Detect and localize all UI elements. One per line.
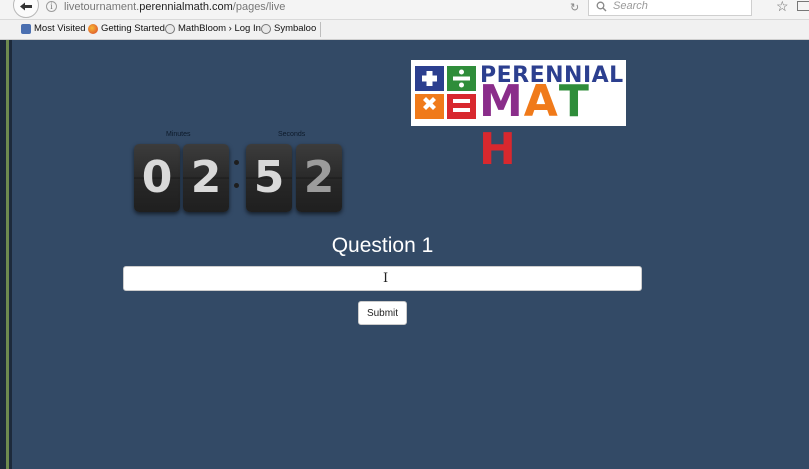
bookmark-star-icon[interactable]: ☆ bbox=[776, 0, 789, 15]
digit-text: 2 bbox=[190, 152, 222, 203]
url-path: /pages/live bbox=[232, 1, 286, 13]
bookmark-mathbloom[interactable]: MathBloom › Log In bbox=[165, 23, 261, 34]
math-operators-icon bbox=[415, 66, 476, 119]
globe-icon bbox=[165, 23, 175, 34]
timer-digit-minutes-ones: 2 bbox=[183, 144, 229, 212]
browser-search-box[interactable]: Search bbox=[588, 0, 752, 16]
submit-button[interactable]: Submit bbox=[358, 301, 407, 325]
back-arrow-icon bbox=[20, 2, 32, 11]
search-icon bbox=[596, 1, 607, 12]
logo-letter: H bbox=[479, 124, 517, 175]
logo-letter: M bbox=[479, 76, 524, 127]
url-field[interactable]: livetournament.perennialmath.com/pages/l… bbox=[64, 1, 285, 13]
seconds-label: Seconds bbox=[278, 131, 306, 138]
logo-letter: T bbox=[558, 76, 590, 127]
logo-text-math: MATH bbox=[479, 78, 626, 174]
browser-address-bar: i livetournament.perennialmath.com/pages… bbox=[0, 0, 809, 20]
minutes-label: Minutes bbox=[166, 131, 191, 138]
timer-digit-seconds-ones: 2 bbox=[296, 144, 342, 212]
bookmark-label: MathBloom › Log In bbox=[178, 23, 261, 34]
search-placeholder: Search bbox=[613, 0, 648, 12]
globe-icon bbox=[261, 23, 271, 34]
text-cursor-icon: I bbox=[383, 271, 389, 286]
question-title: Question 1 bbox=[331, 234, 434, 257]
url-host: perennialmath.com bbox=[139, 1, 233, 13]
bookmark-most-visited[interactable]: Most Visited bbox=[21, 23, 86, 34]
bookmark-label: Symbaloo bbox=[274, 23, 317, 34]
bookmarks-toolbar: Most Visited Getting Started MathBloom ›… bbox=[0, 20, 809, 40]
toolbar-separator bbox=[320, 22, 321, 37]
site-info-icon[interactable]: i bbox=[46, 1, 57, 12]
bookmark-label: Most Visited bbox=[34, 23, 86, 34]
timer-digit-seconds-tens: 5 bbox=[246, 144, 292, 212]
url-prefix: livetournament. bbox=[64, 1, 140, 13]
bookmark-label: Getting Started bbox=[101, 23, 165, 34]
digit-text: 5 bbox=[253, 152, 285, 203]
bookmark-symbaloo[interactable]: Symbaloo bbox=[261, 23, 316, 34]
bookmark-page-icon bbox=[21, 23, 31, 34]
timer-colon bbox=[234, 160, 239, 206]
reload-icon[interactable]: ↻ bbox=[570, 1, 579, 14]
perennial-math-logo: PERENNIAL MATH bbox=[411, 60, 626, 174]
bookmark-getting-started[interactable]: Getting Started bbox=[88, 23, 165, 34]
timer-digit-minutes-tens: 0 bbox=[134, 144, 180, 212]
firefox-icon bbox=[88, 23, 98, 34]
library-icon[interactable] bbox=[797, 1, 809, 11]
back-button[interactable] bbox=[13, 0, 39, 18]
digit-text: 0 bbox=[141, 152, 173, 203]
logo-letter: A bbox=[523, 76, 559, 127]
digit-text: 2 bbox=[303, 152, 335, 203]
